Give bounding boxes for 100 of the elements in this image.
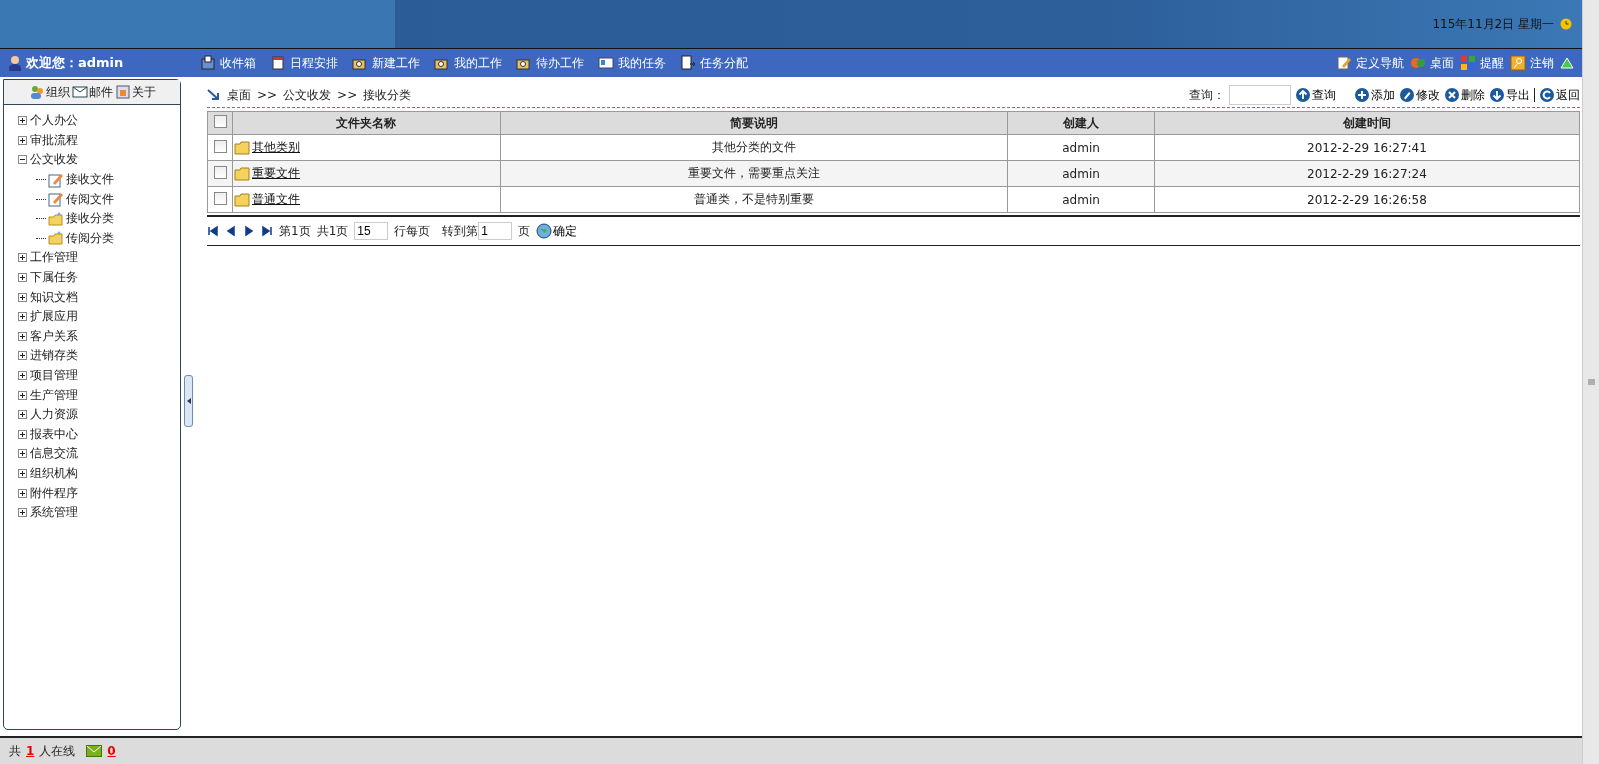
folder-icon bbox=[48, 210, 64, 227]
column-header: 创建人 bbox=[1063, 115, 1100, 130]
page-suffix: 页 bbox=[518, 222, 531, 240]
tree-item[interactable]: 接收文件 bbox=[66, 171, 114, 189]
next-page-button[interactable] bbox=[243, 225, 255, 237]
nav-link[interactable]: 桌面 bbox=[1410, 54, 1454, 72]
expand-icon[interactable] bbox=[18, 469, 27, 478]
tree-item[interactable]: 报表中心 bbox=[30, 425, 78, 443]
tree-item[interactable]: 知识文档 bbox=[30, 288, 78, 306]
scrollbar[interactable] bbox=[1582, 0, 1599, 764]
goto-page-field[interactable]: 1 bbox=[478, 222, 513, 240]
toolbar-button[interactable]: 导出 bbox=[1489, 86, 1530, 104]
tree-item[interactable]: 传阅分类 bbox=[66, 229, 114, 247]
page-text: 第1页 bbox=[279, 222, 311, 240]
expand-icon[interactable] bbox=[18, 449, 27, 459]
folder-link[interactable]: 重要文件 bbox=[252, 165, 300, 182]
date-text: 2012-2-29 16:27:41 bbox=[1307, 140, 1427, 155]
checkbox[interactable] bbox=[213, 191, 227, 205]
folder-link[interactable]: 其他类别 bbox=[252, 139, 300, 156]
tree-item[interactable]: 传阅文件 bbox=[66, 190, 114, 208]
checkbox[interactable] bbox=[213, 165, 227, 179]
nav-link[interactable]: 新建工作 bbox=[352, 54, 420, 72]
tree-item[interactable]: 人力资源 bbox=[30, 406, 78, 424]
toolbar-button[interactable]: 修改 bbox=[1399, 86, 1440, 104]
tree-item[interactable]: 扩展应用 bbox=[30, 308, 78, 326]
tree-item[interactable]: 公文收发 bbox=[30, 151, 78, 169]
toolbar-button[interactable]: 删除 bbox=[1444, 86, 1485, 104]
expand-icon[interactable] bbox=[18, 312, 27, 322]
plus-icon bbox=[1354, 87, 1370, 103]
last-page-icon bbox=[261, 225, 273, 237]
tree-item[interactable]: 系统管理 bbox=[30, 504, 78, 522]
expand-icon[interactable] bbox=[18, 371, 27, 380]
tree-item[interactable]: 审批流程 bbox=[30, 131, 78, 149]
desktop-icon bbox=[1410, 55, 1426, 71]
breadcrumb-item[interactable]: 公文收发 bbox=[283, 86, 332, 104]
breadcrumb-item[interactable]: 桌面 bbox=[227, 86, 251, 104]
breadcrumb-item: 接收分类 bbox=[363, 86, 412, 104]
tree-item[interactable]: 接收分类 bbox=[66, 210, 114, 228]
sidebar-tab[interactable]: 关于 bbox=[114, 83, 156, 101]
goto-label: 转到第 bbox=[442, 222, 479, 240]
toolbar-button[interactable]: 查询 bbox=[1295, 86, 1336, 104]
query-field[interactable] bbox=[1229, 85, 1291, 105]
sidebar-toggle-handle[interactable] bbox=[184, 375, 193, 427]
date-text: 2012-2-29 16:27:24 bbox=[1307, 166, 1427, 181]
nav-link[interactable]: 任务分配 bbox=[680, 54, 748, 72]
last-page-button[interactable] bbox=[261, 225, 273, 237]
checkbox[interactable] bbox=[213, 115, 227, 128]
expand-icon[interactable] bbox=[18, 253, 27, 263]
tree-item[interactable]: 生产管理 bbox=[30, 386, 78, 404]
query-label: 查询： bbox=[1189, 86, 1225, 104]
expand-icon[interactable] bbox=[18, 429, 27, 439]
expand-icon[interactable] bbox=[18, 410, 27, 420]
sidebar-tab[interactable]: 组织 bbox=[28, 83, 70, 101]
expand-icon[interactable] bbox=[18, 488, 27, 498]
next-page-icon bbox=[243, 225, 255, 237]
previous-page-button[interactable] bbox=[225, 225, 237, 237]
folder-link[interactable]: 普通文件 bbox=[252, 191, 300, 208]
checkbox[interactable] bbox=[213, 139, 227, 153]
nav-link[interactable]: 我的任务 bbox=[598, 54, 666, 72]
nav-link[interactable]: 注销 bbox=[1510, 54, 1554, 72]
expand-icon[interactable] bbox=[18, 273, 27, 283]
mail-icon bbox=[86, 745, 103, 757]
total-pages-text: 共1页 bbox=[316, 222, 349, 240]
description-text: 重要文件，需要重点关注 bbox=[687, 166, 820, 180]
nav-link[interactable]: 日程安排 bbox=[270, 54, 338, 72]
confirm-button[interactable]: 确定 bbox=[536, 222, 578, 240]
column-header: 简要说明 bbox=[729, 115, 778, 130]
nav-link[interactable]: 我的工作 bbox=[434, 54, 502, 72]
previous-page-icon bbox=[225, 225, 237, 237]
sidebar-tab[interactable]: 邮件 bbox=[71, 83, 113, 101]
search-icon bbox=[1295, 87, 1311, 103]
expand-icon[interactable] bbox=[18, 331, 27, 341]
nav-link[interactable]: 收件箱 bbox=[200, 54, 256, 72]
document-arrow-icon bbox=[680, 55, 696, 71]
expand-icon[interactable] bbox=[18, 351, 27, 361]
toolbar-button[interactable]: 返回 bbox=[1539, 86, 1580, 104]
tree-item[interactable]: 信息交流 bbox=[30, 445, 78, 463]
tree-item[interactable]: 附件程序 bbox=[30, 484, 78, 502]
tree-item[interactable]: 工作管理 bbox=[30, 249, 78, 267]
collapse-icon[interactable] bbox=[18, 155, 27, 165]
tree-item[interactable]: 组织机构 bbox=[30, 465, 78, 482]
welcome-label: 欢迎您：admin bbox=[26, 54, 124, 72]
tree-item[interactable]: 下属任务 bbox=[30, 269, 78, 287]
expand-icon[interactable] bbox=[18, 292, 27, 302]
expand-icon[interactable] bbox=[18, 390, 27, 400]
tree-item[interactable]: 客户关系 bbox=[30, 327, 78, 345]
tree-item[interactable]: 项目管理 bbox=[30, 367, 78, 384]
expand-icon[interactable] bbox=[18, 116, 27, 126]
toolbar-button[interactable]: 添加 bbox=[1354, 86, 1395, 104]
collapse-up-icon[interactable] bbox=[1560, 57, 1574, 69]
per-page-field[interactable]: 15 bbox=[354, 222, 389, 240]
tree-item[interactable]: 个人办公 bbox=[30, 112, 78, 130]
refresh-icon bbox=[1539, 87, 1555, 103]
expand-icon[interactable] bbox=[18, 135, 27, 145]
nav-link[interactable]: 待办工作 bbox=[516, 54, 584, 72]
nav-link[interactable]: 提醒 bbox=[1460, 54, 1504, 72]
nav-link[interactable]: 定义导航 bbox=[1336, 54, 1404, 72]
tree-item[interactable]: 进销存类 bbox=[30, 347, 78, 365]
expand-icon[interactable] bbox=[18, 508, 27, 518]
first-page-button[interactable] bbox=[207, 225, 219, 237]
